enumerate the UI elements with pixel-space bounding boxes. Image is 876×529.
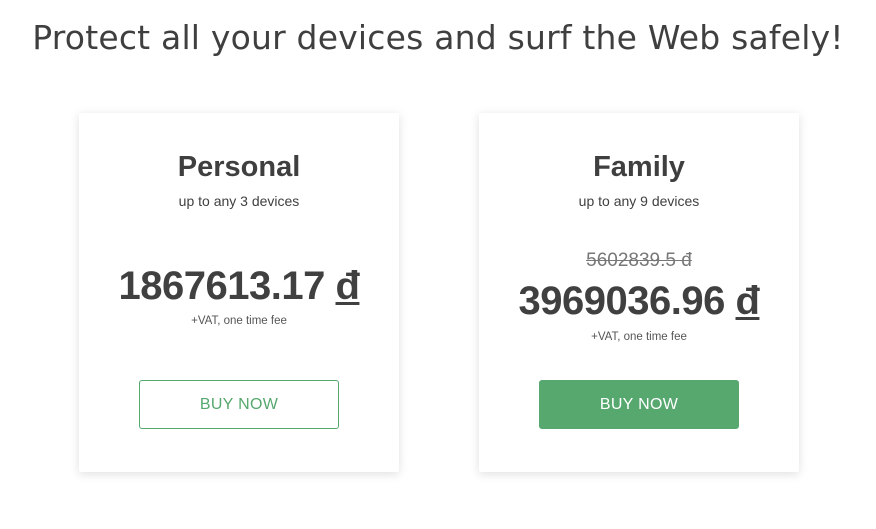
plan-card-personal: Personal up to any 3 devices 1867613.17 … <box>79 113 399 472</box>
currency-symbol: đ <box>735 279 760 323</box>
fee-note: +VAT, one time fee <box>191 315 287 327</box>
currency-symbol: đ <box>335 264 360 308</box>
page-headline: Protect all your devices and surf the We… <box>32 18 844 57</box>
plan-name: Personal <box>177 151 301 183</box>
plan-name: Family <box>593 151 685 183</box>
buy-now-button-personal[interactable]: BUY NOW <box>139 380 339 429</box>
price-amount: 1867613.17 <box>118 264 326 308</box>
old-price: 5602839.5 đ <box>586 250 692 271</box>
plan-price: 3969036.96 đ <box>479 279 799 324</box>
pricing-page: Protect all your devices and surf the We… <box>0 0 876 529</box>
plan-card-family: Family up to any 9 devices 5602839.5 đ 3… <box>479 113 799 472</box>
plan-devices: up to any 9 devices <box>578 193 700 209</box>
fee-note: +VAT, one time fee <box>591 331 687 343</box>
plan-price: 1867613.17 đ <box>79 264 399 309</box>
buy-now-button-family[interactable]: BUY NOW <box>539 380 739 429</box>
plan-devices: up to any 3 devices <box>178 193 300 209</box>
price-amount: 3969036.96 <box>518 279 726 323</box>
